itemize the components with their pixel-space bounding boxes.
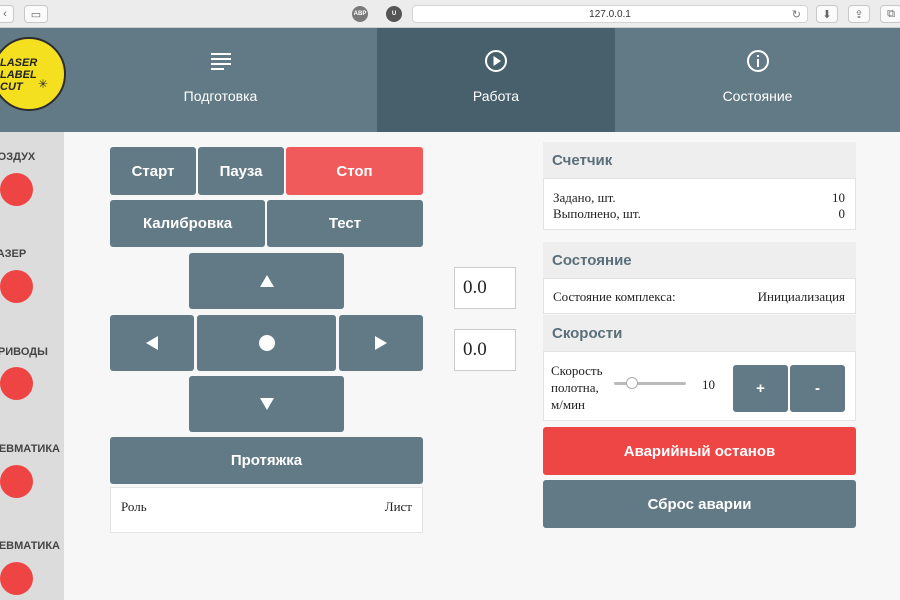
reset-alarm-button[interactable]: Сброс аварии: [543, 480, 856, 528]
arrow-down-icon: [259, 398, 274, 410]
ublock-icon[interactable]: U: [386, 6, 402, 22]
indicator-laser-label: ЛАЗЕР: [0, 248, 27, 260]
speed-slider-track[interactable]: [614, 382, 686, 385]
counter-set-value: 10: [832, 190, 845, 205]
speed-value: 10: [702, 377, 715, 392]
ublock-label: U: [391, 11, 397, 17]
sidebar-icon[interactable]: ▭: [24, 5, 48, 23]
tab-work[interactable]: Работа: [377, 28, 615, 132]
counter-done-label: Выполнено, шт.: [553, 206, 641, 221]
test-button[interactable]: Тест: [267, 200, 423, 247]
counter-set-label: Задано, шт.: [553, 190, 616, 205]
material-selector[interactable]: Роль Лист: [110, 487, 423, 533]
indicator-pneumatics-2-label: ПНЕВМАТИКА 2: [0, 540, 60, 552]
play-circle-icon: [484, 48, 508, 74]
state-label: Состояние комплекса:: [553, 289, 676, 304]
indicator-laser-lamp: [0, 270, 33, 303]
jog-up-button[interactable]: [189, 253, 344, 309]
indicator-air-label: ВОЗДУХ: [0, 151, 36, 163]
broach-button[interactable]: Протяжка: [110, 437, 423, 484]
material-roll-option[interactable]: Роль: [121, 499, 147, 515]
download-icon[interactable]: ⬇: [816, 5, 838, 23]
indicator-drives-label: ПРИВОДЫ: [0, 346, 48, 358]
home-dot-icon: [258, 335, 275, 351]
logo-text: LASER LABEL CUT: [0, 57, 38, 93]
state-title: Состояние: [543, 242, 856, 278]
counter-title: Счетчик: [543, 142, 856, 178]
counter-panel: Задано, шт. 10 Выполнено, шт. 0: [543, 178, 856, 230]
jog-home-button[interactable]: [197, 315, 336, 371]
browser-toolbar: ‹ ▭ ABP U 127.0.0.1 ↻ ⬇ ⇪ ⧉: [0, 0, 900, 28]
url-text: 127.0.0.1: [589, 8, 631, 20]
tab-work-label: Работа: [472, 88, 520, 104]
share-icon[interactable]: ⇪: [848, 5, 870, 23]
back-icon[interactable]: ‹: [0, 5, 14, 23]
pause-button[interactable]: Пауза: [198, 147, 284, 195]
speed-increase-button[interactable]: +: [733, 365, 788, 412]
speed-decrease-button[interactable]: -: [790, 365, 845, 412]
info-circle-icon: [746, 48, 770, 74]
jog-down-button[interactable]: [189, 376, 344, 432]
indicator-drives-lamp: [0, 367, 33, 400]
abp-label: ABP: [353, 11, 367, 17]
indicator-pneumatics-1-label: ПНЕВМАТИКА 1: [0, 443, 60, 455]
abp-icon[interactable]: ABP: [352, 6, 368, 22]
laser-spark-icon: ✳: [38, 77, 49, 91]
reload-icon[interactable]: ↻: [792, 8, 801, 21]
tab-preparation-label: Подготовка: [183, 88, 258, 104]
url-bar[interactable]: 127.0.0.1 ↻: [412, 5, 808, 23]
speeds-title: Скорости: [543, 315, 856, 351]
indicator-pneumatics-1-lamp: [0, 465, 33, 498]
coordinate-x-input[interactable]: [454, 267, 516, 309]
arrow-left-icon: [146, 336, 158, 350]
jog-left-button[interactable]: [110, 315, 194, 371]
emergency-stop-button[interactable]: Аварийный останов: [543, 427, 856, 475]
list-icon: [210, 48, 231, 74]
counter-done-value: 0: [838, 206, 846, 221]
coordinate-y-input[interactable]: [454, 329, 516, 371]
start-button[interactable]: Старт: [110, 147, 196, 195]
calibration-button[interactable]: Калибровка: [110, 200, 265, 247]
speed-label: Скорость полотна, м/мин: [551, 363, 603, 412]
tab-status-label: Состояние: [722, 88, 793, 104]
arrow-right-icon: [375, 336, 387, 350]
indicator-pneumatics-2-lamp: [0, 562, 33, 595]
tab-status[interactable]: Состояние: [615, 28, 900, 132]
material-sheet-option[interactable]: Лист: [385, 499, 412, 515]
tabs-icon[interactable]: ⧉: [880, 5, 900, 23]
state-value: Инициализация: [757, 289, 845, 304]
state-panel: Состояние комплекса: Инициализация: [543, 278, 856, 314]
jog-right-button[interactable]: [339, 315, 423, 371]
speed-slider-handle[interactable]: [626, 377, 638, 389]
indicator-air-lamp: [0, 173, 33, 206]
arrow-up-icon: [259, 275, 274, 287]
tab-preparation[interactable]: Подготовка: [64, 28, 377, 132]
stop-button[interactable]: Стоп: [286, 147, 423, 195]
